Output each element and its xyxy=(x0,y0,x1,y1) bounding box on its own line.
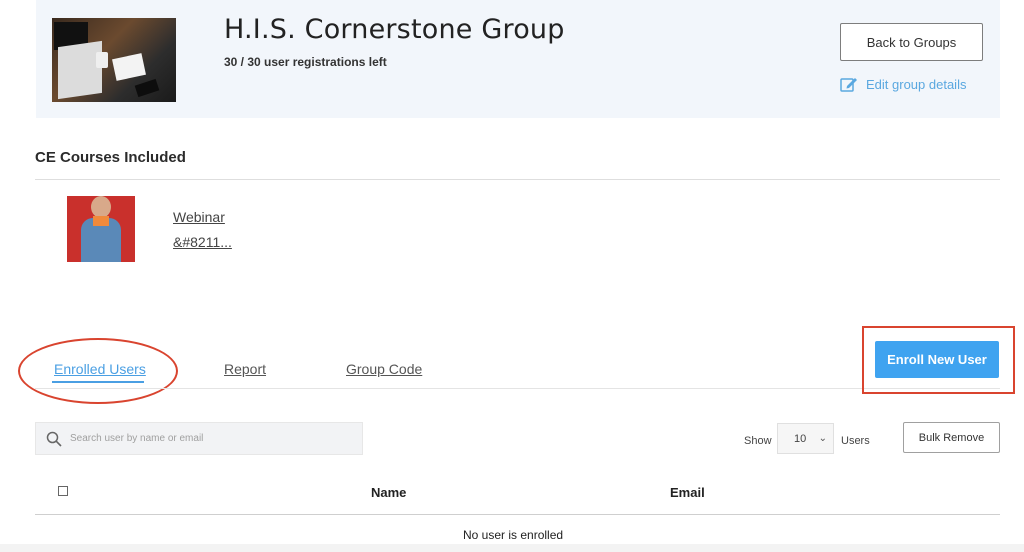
group-title: H.I.S. Cornerstone Group xyxy=(224,14,565,45)
search-box[interactable] xyxy=(35,422,363,455)
course-thumbnail[interactable] xyxy=(67,196,135,262)
users-label: Users xyxy=(841,435,870,447)
course-link-continued[interactable]: &#8211... xyxy=(173,234,232,250)
column-header-email[interactable]: Email xyxy=(670,485,705,500)
chevron-down-icon: ⌄ xyxy=(818,433,827,444)
tab-group-code[interactable]: Group Code xyxy=(346,361,422,377)
group-thumbnail xyxy=(52,18,176,102)
back-to-groups-button[interactable]: Back to Groups xyxy=(840,23,983,61)
bulk-remove-button[interactable]: Bulk Remove xyxy=(903,422,1000,453)
page-size-value: 10 xyxy=(794,432,807,445)
ce-courses-heading: CE Courses Included xyxy=(35,149,186,166)
tab-report[interactable]: Report xyxy=(224,361,266,377)
registrations-left: 30 / 30 user registrations left xyxy=(224,55,387,69)
edit-group-details-link[interactable]: Edit group details xyxy=(840,76,966,92)
edit-group-details-label: Edit group details xyxy=(866,76,967,92)
table-header-divider xyxy=(35,514,1000,515)
enroll-new-user-button[interactable]: Enroll New User xyxy=(875,341,999,378)
edit-icon xyxy=(840,78,857,92)
section-divider xyxy=(35,179,1000,180)
page-size-select[interactable]: 10 ⌄ xyxy=(777,423,834,454)
show-label: Show xyxy=(744,435,772,447)
page-bottom-edge xyxy=(0,544,1024,552)
active-tab-indicator xyxy=(52,381,144,383)
search-input[interactable] xyxy=(70,433,350,444)
tab-enrolled-users[interactable]: Enrolled Users xyxy=(54,361,146,377)
search-icon xyxy=(46,431,62,447)
group-header-card: H.I.S. Cornerstone Group 30 / 30 user re… xyxy=(36,0,1000,118)
column-header-name[interactable]: Name xyxy=(371,485,406,500)
select-all-checkbox[interactable] xyxy=(58,486,68,496)
empty-table-message: No user is enrolled xyxy=(463,528,564,542)
course-link[interactable]: Webinar xyxy=(173,209,225,225)
tabs-divider xyxy=(35,388,1000,389)
